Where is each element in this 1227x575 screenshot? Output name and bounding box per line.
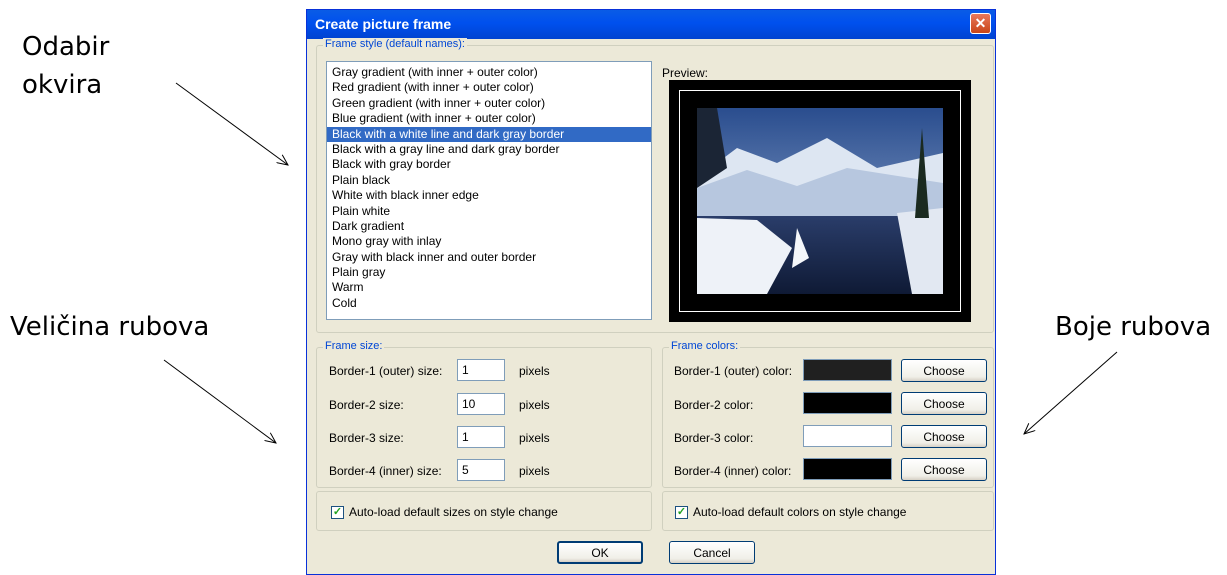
list-item[interactable]: Plain black (327, 173, 651, 188)
list-item[interactable]: Gray gradient (with inner + outer color) (327, 65, 651, 80)
list-item[interactable]: Green gradient (with inner + outer color… (327, 96, 651, 111)
list-item[interactable]: White with black inner edge (327, 188, 651, 203)
border3-color-label: Border-3 color: (674, 431, 754, 445)
border1-color-swatch (803, 359, 892, 381)
border4-color-swatch (803, 458, 892, 480)
border4-size-input[interactable]: 5 (457, 459, 505, 481)
title-bar: Create picture frame ✕ (307, 10, 995, 39)
border4-color-label: Border-4 (inner) color: (674, 464, 792, 478)
border1-size-input[interactable]: 1 (457, 359, 505, 381)
border4-choose-button[interactable]: Choose (901, 458, 987, 481)
frame-colors-legend: Frame colors: (669, 340, 741, 352)
border3-size-label: Border-3 size: (329, 431, 404, 445)
arrow-frame-choice (175, 82, 288, 165)
frame-style-legend: Frame style (default names): (323, 38, 467, 50)
border2-size-unit: pixels (519, 398, 550, 412)
list-item[interactable]: Cold (327, 296, 651, 311)
autoload-sizes-checkbox[interactable]: ✓ (331, 506, 344, 519)
border1-size-label: Border-1 (outer) size: (329, 364, 443, 378)
autoload-colors-label: Auto-load default colors on style change (693, 505, 907, 519)
border3-choose-button[interactable]: Choose (901, 425, 987, 448)
list-item[interactable]: Dark gradient (327, 219, 651, 234)
border1-size-unit: pixels (519, 364, 550, 378)
border1-color-label: Border-1 (outer) color: (674, 364, 793, 378)
border2-color-label: Border-2 color: (674, 398, 754, 412)
border3-color-swatch (803, 425, 892, 447)
list-item[interactable]: Plain white (327, 204, 651, 219)
preview-label: Preview: (662, 66, 709, 80)
list-item[interactable]: Mono gray with inlay (327, 234, 651, 249)
border2-size-label: Border-2 size: (329, 398, 404, 412)
arrow-border-sizes (163, 359, 276, 443)
autoload-colors-checkbox[interactable]: ✓ (675, 506, 688, 519)
list-item[interactable]: Gray with black inner and outer border (327, 250, 651, 265)
border2-choose-button[interactable]: Choose (901, 392, 987, 415)
border2-color-swatch (803, 392, 892, 414)
list-item[interactable]: Plain gray (327, 265, 651, 280)
frame-preview (669, 80, 971, 322)
autoload-sizes-label: Auto-load default sizes on style change (349, 505, 558, 519)
close-icon: ✕ (974, 15, 987, 31)
border4-size-unit: pixels (519, 464, 550, 478)
list-item[interactable]: Black with a gray line and dark gray bor… (327, 142, 651, 157)
border3-size-input[interactable]: 1 (457, 426, 505, 448)
list-item[interactable]: Blue gradient (with inner + outer color) (327, 111, 651, 126)
border2-size-input[interactable]: 10 (457, 393, 505, 415)
dialog-title: Create picture frame (315, 16, 452, 32)
list-item-selected[interactable]: Black with a white line and dark gray bo… (327, 126, 651, 142)
cancel-button[interactable]: Cancel (669, 541, 755, 564)
border1-choose-button[interactable]: Choose (901, 359, 987, 382)
ok-button[interactable]: OK (557, 541, 643, 564)
list-item[interactable]: Warm (327, 280, 651, 295)
list-item[interactable]: Black with gray border (327, 157, 651, 172)
border3-size-unit: pixels (519, 431, 550, 445)
checkmark-icon: ✓ (676, 506, 687, 518)
preview-photo (697, 108, 943, 294)
list-item[interactable]: Red gradient (with inner + outer color) (327, 80, 651, 95)
close-button[interactable]: ✕ (970, 13, 991, 34)
frame-size-legend: Frame size: (323, 340, 385, 352)
frame-style-list[interactable]: Gray gradient (with inner + outer color)… (326, 61, 652, 320)
border4-size-label: Border-4 (inner) size: (329, 464, 442, 478)
arrow-border-colors (1024, 351, 1118, 434)
checkmark-icon: ✓ (332, 506, 343, 518)
